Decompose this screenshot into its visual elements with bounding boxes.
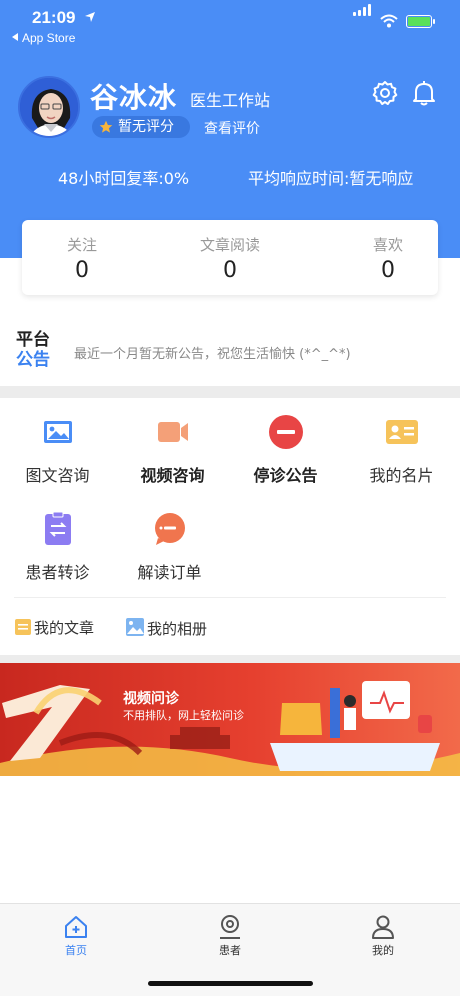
grid-label: 我的名片 <box>369 466 434 485</box>
stats-card: 关注 0 文章阅读 0 喜欢 0 <box>22 220 438 295</box>
reply-rate-text: 48小时回复率:0% <box>58 169 190 188</box>
banner-subtitle: 不用排队，网上轻松问诊 <box>123 709 244 722</box>
back-to-app-store[interactable]: App Store <box>12 31 75 45</box>
app-screen: 21:09 App Store 谷冰冰 医生工作站 暂无评分 查看评价 48小时… <box>0 0 460 996</box>
patients-icon <box>220 915 240 939</box>
article-icon <box>15 619 31 635</box>
rating-badge: 暂无评分 <box>92 116 190 138</box>
tab-label: 患者 <box>219 944 241 957</box>
tab-patients[interactable]: 患者 <box>190 914 270 958</box>
bell-icon[interactable] <box>412 80 436 106</box>
wifi-icon <box>380 14 398 28</box>
my-articles-link[interactable]: 我的文章 <box>14 617 94 638</box>
grid-patient-transfer[interactable]: 患者转诊 <box>0 511 115 583</box>
grid-video-consult[interactable]: 视频咨询 <box>115 414 230 486</box>
rating-text: 暂无评分 <box>118 119 174 135</box>
tab-label: 我的 <box>372 944 394 957</box>
stat-label: 喜欢 <box>372 236 403 254</box>
section-divider <box>0 386 460 398</box>
stop-circle-icon <box>268 415 303 449</box>
avatar-photo <box>20 78 78 136</box>
role-label: 医生工作站 <box>190 91 271 110</box>
grid-interpret-orders[interactable]: 解读订单 <box>112 511 227 583</box>
location-arrow-icon <box>85 12 95 22</box>
chat-bubble-icon <box>154 513 185 545</box>
stat-value: 0 <box>75 258 89 283</box>
stat-label: 文章阅读 <box>199 236 260 254</box>
stat-value: 0 <box>381 258 395 283</box>
status-time: 21:09 <box>32 8 76 27</box>
view-reviews-link[interactable]: 查看评价 <box>204 118 260 138</box>
grid-label: 患者转诊 <box>25 563 90 582</box>
stat-article-reads[interactable]: 文章阅读 0 <box>180 234 280 283</box>
image-chat-icon <box>43 421 72 443</box>
tab-me[interactable]: 我的 <box>343 914 423 958</box>
gear-icon[interactable] <box>372 80 398 106</box>
grid-label: 视频咨询 <box>140 466 205 485</box>
banner-title: 视频问诊 <box>123 691 179 707</box>
notice-logo-line2: 公告 <box>16 350 50 370</box>
grid-label: 解读订单 <box>137 563 202 582</box>
star-icon <box>99 120 113 133</box>
my-album-link[interactable]: 我的相册 <box>125 617 207 639</box>
video-consult-banner[interactable]: 视频问诊 不用排队，网上轻松问诊 <box>0 663 460 776</box>
tab-label: 首页 <box>65 944 87 957</box>
section-divider-2 <box>0 655 460 663</box>
status-bar: 21:09 App Store <box>0 0 460 50</box>
home-indicator <box>148 981 313 986</box>
grid-divider <box>14 597 446 598</box>
grid-stop-notice[interactable]: 停诊公告 <box>228 414 343 486</box>
stat-likes[interactable]: 喜欢 0 <box>338 234 438 283</box>
doctor-avatar[interactable] <box>18 76 80 138</box>
notice-logo-line1: 平台 <box>16 330 50 350</box>
video-camera-icon <box>157 422 188 442</box>
home-icon <box>65 916 87 938</box>
grid-label: 图文咨询 <box>25 466 90 485</box>
battery-icon <box>406 15 435 28</box>
transfer-icon <box>44 511 71 545</box>
platform-notice[interactable]: 平台 公告 最近一个月暂无新公告，祝您生活愉快 (*^_^*) <box>0 318 460 386</box>
link-label: 我的相册 <box>147 620 208 638</box>
notice-text: 最近一个月暂无新公告，祝您生活愉快 (*^_^*) <box>74 347 351 362</box>
album-icon <box>126 618 144 636</box>
doctor-name: 谷冰冰 <box>90 81 178 114</box>
profile-icon <box>372 915 394 939</box>
tab-home[interactable]: 首页 <box>36 914 116 958</box>
back-triangle-icon <box>12 33 18 41</box>
notice-logo: 平台 公告 <box>16 330 58 370</box>
stat-label: 关注 <box>66 236 97 254</box>
grid-label: 停诊公告 <box>253 466 318 485</box>
stat-follow[interactable]: 关注 0 <box>32 234 132 283</box>
grid-business-card[interactable]: 我的名片 <box>344 414 459 486</box>
stat-value: 0 <box>223 258 237 283</box>
link-label: 我的文章 <box>34 619 95 637</box>
grid-image-consult[interactable]: 图文咨询 <box>0 414 115 486</box>
back-label: App Store <box>22 31 76 45</box>
response-time-text: 平均响应时间:暂无响应 <box>248 169 414 188</box>
business-card-icon <box>385 420 418 444</box>
